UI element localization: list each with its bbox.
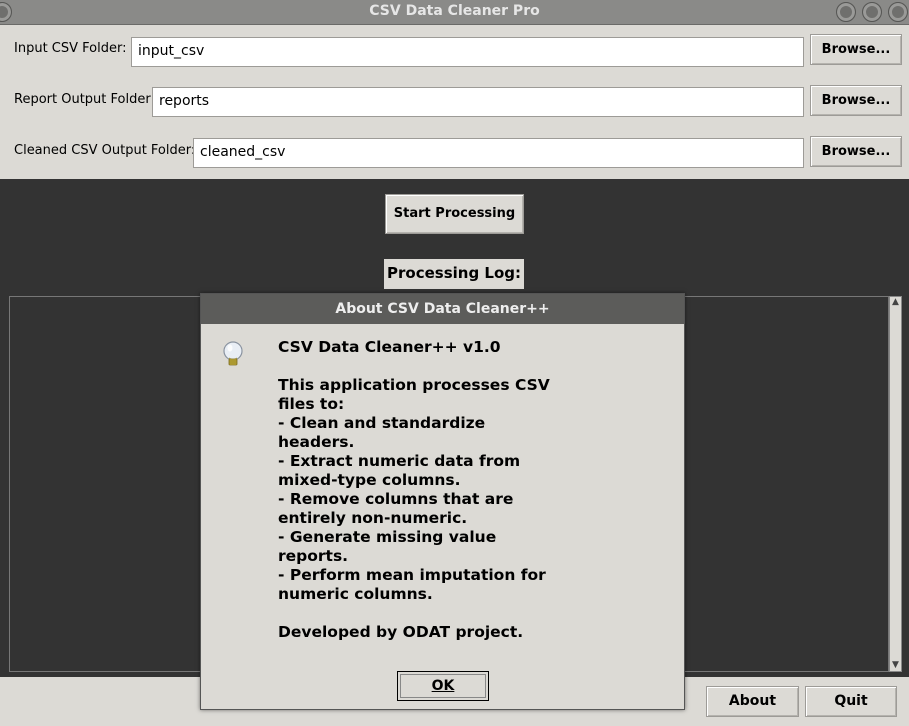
input-browse-button[interactable]: Browse... — [810, 34, 902, 65]
scroll-up-icon[interactable]: ▲ — [890, 297, 901, 308]
maximize-icon[interactable] — [862, 2, 882, 22]
start-processing-button[interactable]: Start Processing — [385, 194, 524, 234]
close-icon[interactable] — [888, 2, 908, 22]
cleaned-browse-button[interactable]: Browse... — [810, 136, 902, 167]
processing-log-label: Processing Log: — [384, 259, 524, 289]
report-browse-button[interactable]: Browse... — [810, 85, 902, 116]
quit-button[interactable]: Quit — [805, 686, 897, 717]
cleaned-folder-label: Cleaned CSV Output Folder: — [14, 143, 196, 158]
dialog-message: CSV Data Cleaner++ v1.0 This application… — [278, 338, 550, 641]
ok-button[interactable]: OK — [397, 671, 489, 701]
input-folder-field[interactable]: input_csv — [131, 37, 804, 67]
window-title: CSV Data Cleaner Pro — [369, 3, 540, 19]
cleaned-folder-field[interactable]: cleaned_csv — [193, 138, 804, 168]
about-button[interactable]: About — [706, 686, 799, 717]
lightbulb-icon — [223, 341, 243, 366]
about-dialog: About CSV Data Cleaner++ CSV Data Cleane… — [200, 293, 685, 710]
report-folder-field[interactable]: reports — [152, 87, 804, 117]
dialog-title: About CSV Data Cleaner++ — [201, 294, 684, 324]
window-titlebar: CSV Data Cleaner Pro — [0, 0, 909, 25]
minimize-icon[interactable] — [836, 2, 856, 22]
folder-settings-form: Input CSV Folder: input_csv Browse... Re… — [0, 25, 909, 179]
report-folder-label: Report Output Folder: — [14, 92, 155, 107]
input-folder-label: Input CSV Folder: — [14, 41, 127, 56]
scroll-down-icon[interactable]: ▼ — [890, 660, 901, 671]
log-scrollbar[interactable]: ▲ ▼ — [889, 296, 902, 672]
